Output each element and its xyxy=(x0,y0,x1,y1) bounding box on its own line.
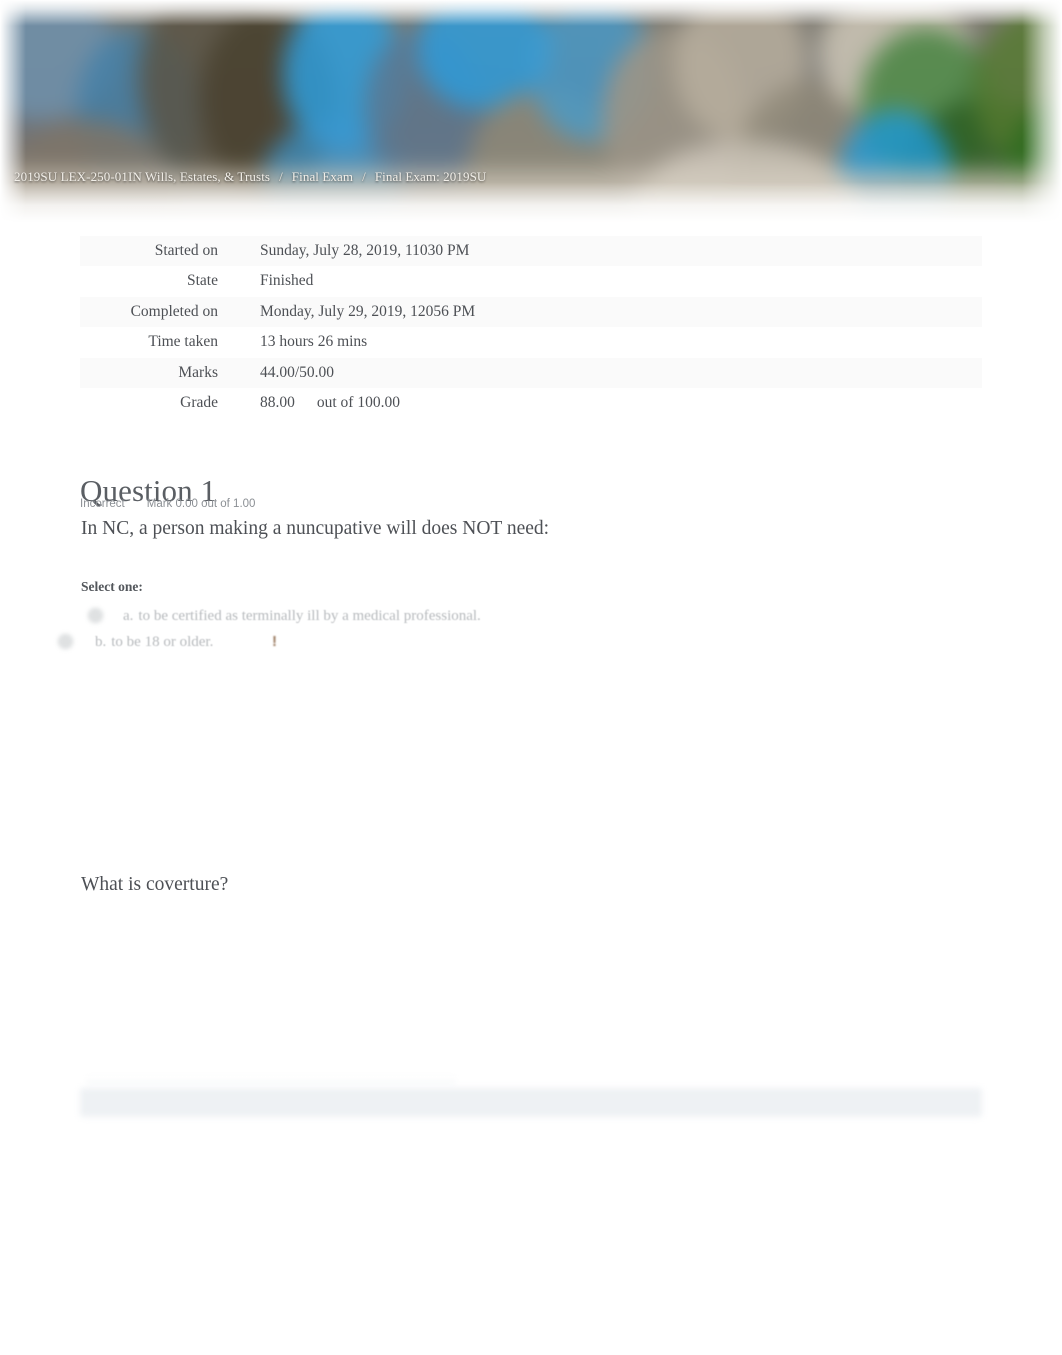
answer-a-letter: a. xyxy=(123,608,134,624)
breadcrumb: 2019SU LEX-250-01IN Wills, Estates, & Tr… xyxy=(14,169,486,185)
question-mark: Mark 0.00 out of 1.00 xyxy=(146,498,256,510)
table-row: Marks 44.00/50.00 xyxy=(80,357,982,389)
answer-b-text: b. to be 18 or older.! xyxy=(95,629,277,655)
summary-key-completed-on: Completed on xyxy=(80,296,232,328)
list-item[interactable]: b. to be 18 or older.! xyxy=(55,629,755,655)
bottom-bar-ghost-line xyxy=(86,1078,456,1083)
grade-out-of: out of 100.00 xyxy=(316,394,400,412)
breadcrumb-item-course[interactable]: 2019SU LEX-250-01IN Wills, Estates, & Tr… xyxy=(14,169,270,184)
summary-key-time-taken: Time taken xyxy=(80,327,232,358)
summary-value-grade: 88.00 out of 100.00 xyxy=(232,388,982,419)
breadcrumb-separator: / xyxy=(279,169,283,184)
banner-left-fade xyxy=(0,0,26,222)
answer-options-list: a. to be certified as terminally ill by a… xyxy=(55,603,755,655)
summary-key-marks: Marks xyxy=(80,357,232,389)
table-row: Grade 88.00 out of 100.00 xyxy=(80,388,982,419)
breadcrumb-item-attempt[interactable]: Final Exam: 2019SU xyxy=(375,169,487,184)
next-question-stem: What is coverture? xyxy=(81,874,229,895)
status-badge: Incorrect xyxy=(80,498,125,510)
answer-b-label: to be 18 or older. xyxy=(111,634,214,650)
breadcrumb-separator: / xyxy=(362,169,366,184)
summary-value-time-taken: 13 hours 26 mins xyxy=(232,327,982,358)
question-stem: In NC, a person making a nuncupative wil… xyxy=(81,518,550,539)
summary-value-state: Finished xyxy=(232,266,982,297)
banner-top-fade xyxy=(0,0,1062,26)
summary-key-grade: Grade xyxy=(80,388,232,419)
banner-right-fade xyxy=(1022,0,1062,222)
list-item[interactable]: a. to be certified as terminally ill by a… xyxy=(55,603,755,629)
attempt-summary-table: Started on Sunday, July 28, 2019, 11030 … xyxy=(80,236,982,419)
breadcrumb-item-activity[interactable]: Final Exam xyxy=(292,169,353,184)
summary-key-started-on: Started on xyxy=(80,236,232,267)
select-one-label: Select one: xyxy=(81,579,143,594)
bottom-toolbar[interactable] xyxy=(80,1088,982,1117)
answer-a-text: a. to be certified as terminally ill by a… xyxy=(123,603,481,629)
summary-value-started-on: Sunday, July 28, 2019, 11030 PM xyxy=(232,236,982,267)
grade-number: 88.00 xyxy=(260,394,295,412)
radio-button-b[interactable] xyxy=(58,634,73,649)
answer-b-letter: b. xyxy=(95,634,107,650)
course-banner-image xyxy=(0,0,1062,222)
banner-bottom-fade xyxy=(0,182,1062,222)
table-row: Completed on Monday, July 29, 2019, 1205… xyxy=(80,296,982,328)
summary-value-completed-on: Monday, July 29, 2019, 12056 PM xyxy=(232,296,982,328)
table-row: Started on Sunday, July 28, 2019, 11030 … xyxy=(80,236,982,267)
incorrect-flag-icon: ! xyxy=(272,633,277,650)
question-status-line: Incorrect Mark 0.00 out of 1.00 xyxy=(80,498,255,510)
answer-a-label: to be certified as terminally ill by a m… xyxy=(138,608,481,624)
summary-key-state: State xyxy=(80,266,232,297)
table-row: Time taken 13 hours 26 mins xyxy=(80,327,982,358)
summary-value-marks: 44.00/50.00 xyxy=(232,357,982,389)
table-row: State Finished xyxy=(80,266,982,297)
radio-button-a[interactable] xyxy=(88,608,103,623)
